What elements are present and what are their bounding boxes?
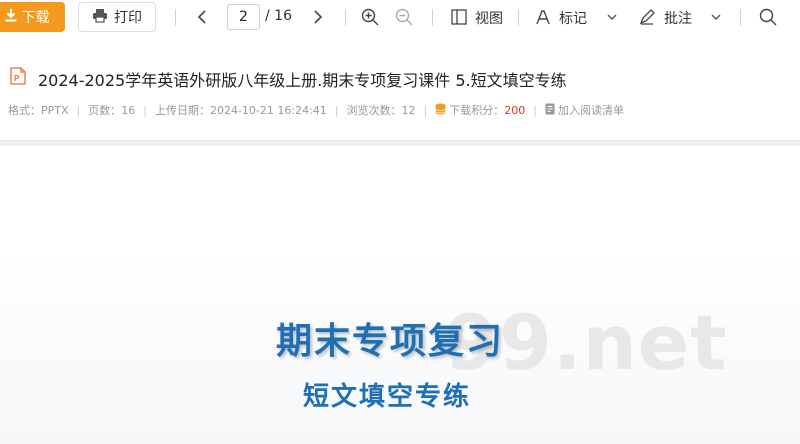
document-info: P 2024-2025学年英语外研版八年级上册.期末专项复习课件 5.短文填空专… [0, 36, 800, 141]
document-title: 2024-2025学年英语外研版八年级上册.期末专项复习课件 5.短文填空专练 [38, 71, 567, 90]
pen-icon[interactable] [637, 7, 657, 27]
mark-menu-label[interactable]: 标记 [559, 8, 587, 28]
print-label: 打印 [114, 10, 142, 26]
chevron-down-icon[interactable] [706, 7, 726, 27]
meta-pages: 页数：16 [88, 104, 136, 117]
document-meta: 格式：PPTX | 页数：16 | 上传日期：2024-10-21 16:24:… [8, 102, 624, 118]
slide-subtitle: 短文填空专练 [303, 382, 472, 412]
toolbar: 下载 打印 2 / 16 视图 标记 批注 [0, 0, 800, 37]
pptx-file-icon: P [10, 67, 26, 89]
zoom-in-button[interactable] [360, 7, 380, 27]
svg-text:P: P [14, 74, 20, 83]
toolbar-divider [345, 9, 346, 26]
toolbar-divider [740, 9, 741, 26]
view-menu-label[interactable]: 视图 [475, 8, 503, 28]
next-page-button[interactable] [308, 7, 328, 27]
annotate-menu-label[interactable]: 批注 [664, 8, 692, 28]
previous-page-button[interactable] [192, 7, 212, 27]
add-to-reading-list-link[interactable]: 加入阅读清单 [558, 102, 624, 118]
search-icon[interactable] [758, 7, 778, 27]
highlighter-icon[interactable] [533, 7, 553, 27]
page-number-input[interactable]: 2 [227, 4, 260, 30]
slide-page: 99.net 期末专项复习 短文填空专练 [0, 146, 800, 444]
printer-icon [92, 8, 108, 27]
zoom-out-button[interactable] [394, 7, 414, 27]
chevron-down-icon[interactable] [602, 7, 622, 27]
print-button[interactable]: 打印 [78, 2, 156, 32]
meta-upload-date: 上传日期：2024-10-21 16:24:41 [154, 104, 327, 117]
download-label: 下载 [21, 10, 50, 26]
meta-points-value: 200 [504, 103, 526, 117]
download-button[interactable]: 下载 [0, 2, 65, 32]
meta-points-label: 下载积分： [449, 104, 505, 117]
toolbar-divider [432, 9, 433, 26]
toolbar-divider [518, 9, 519, 26]
page-total: / 16 [265, 8, 292, 24]
toolbar-divider [175, 9, 176, 26]
coins-icon [435, 103, 447, 118]
meta-views: 浏览次数：12 [346, 104, 416, 117]
reading-list-icon[interactable] [545, 103, 555, 118]
view-icon[interactable] [449, 7, 469, 27]
slide-title: 期末专项复习 [276, 321, 505, 362]
meta-format: 格式：PPTX [8, 104, 69, 117]
download-icon [4, 8, 18, 26]
